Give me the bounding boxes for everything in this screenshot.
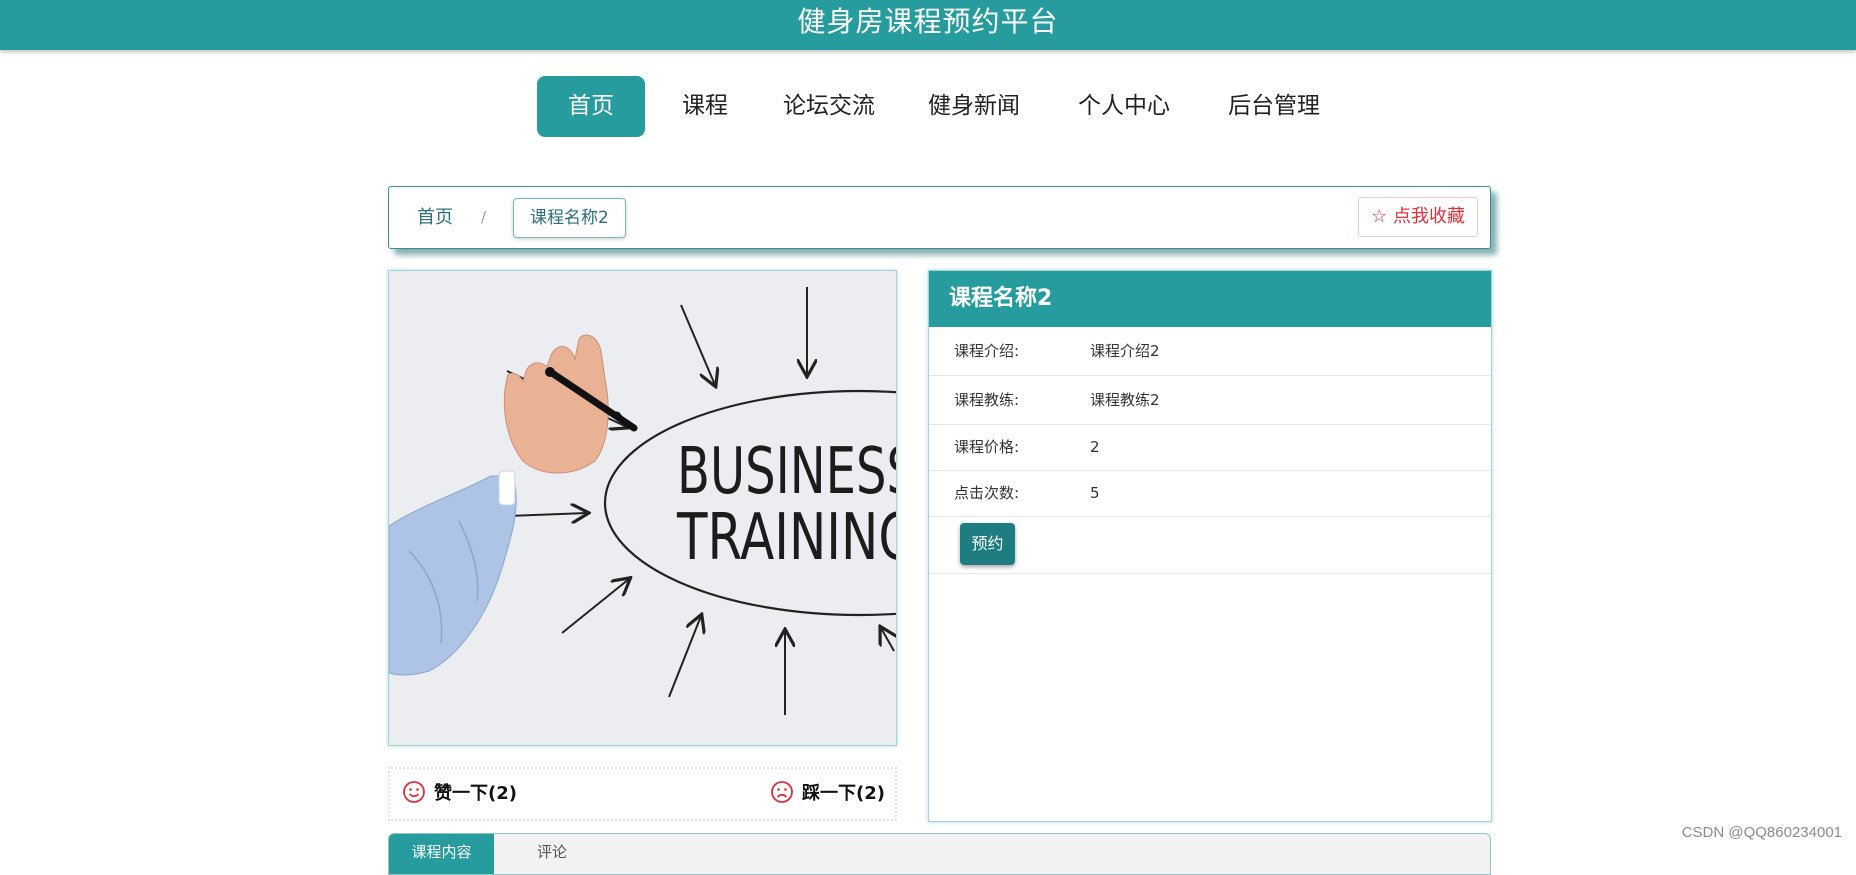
- info-label: 课程介绍:: [954, 342, 1020, 360]
- breadcrumb-current: 课程名称2: [513, 198, 626, 238]
- info-label: 课程价格:: [954, 438, 1020, 456]
- breadcrumb-separator: /: [481, 208, 487, 226]
- nav-item-admin[interactable]: 后台管理: [1218, 76, 1330, 137]
- csdn-watermark: CSDN @QQ860234001: [1681, 824, 1842, 841]
- info-row-price: 课程价格: 2: [929, 425, 1491, 471]
- like-button[interactable]: 赞一下(2): [402, 769, 517, 819]
- nav-item-home[interactable]: 首页: [537, 76, 645, 137]
- tab-comments[interactable]: 评论: [537, 834, 567, 874]
- business-training-illustration: BUSINESS TRAINING: [389, 271, 896, 745]
- info-value: 课程介绍2: [1090, 342, 1160, 360]
- favorite-button[interactable]: ☆ 点我收藏: [1358, 197, 1478, 237]
- breadcrumb: 首页 / 课程名称2 ☆ 点我收藏: [388, 186, 1491, 249]
- course-image: BUSINESS TRAINING: [388, 270, 897, 746]
- info-label: 点击次数:: [954, 484, 1020, 502]
- info-value: 2: [1090, 438, 1100, 456]
- course-info-panel: 课程名称2 课程介绍: 课程介绍2 课程教练: 课程教练2 课程价格: 2 点击…: [928, 270, 1492, 822]
- info-label: 课程教练:: [954, 391, 1020, 409]
- site-title: 健身房课程预约平台: [797, 5, 1059, 38]
- content-tabs: 课程内容 评论: [388, 833, 1491, 875]
- like-label: 赞一下(2): [434, 783, 517, 804]
- booking-row: 预约: [929, 517, 1491, 574]
- star-icon: ☆: [1371, 206, 1388, 227]
- info-row-clicks: 点击次数: 5: [929, 471, 1491, 517]
- info-value: 5: [1090, 484, 1100, 502]
- breadcrumb-home-link[interactable]: 首页: [417, 187, 453, 248]
- nav-item-forum[interactable]: 论坛交流: [773, 76, 885, 137]
- info-row-intro: 课程介绍: 课程介绍2: [929, 327, 1491, 376]
- book-button[interactable]: 预约: [960, 523, 1015, 565]
- smile-icon: [403, 781, 425, 803]
- course-name-heading: 课程名称2: [929, 271, 1491, 327]
- nav-item-courses[interactable]: 课程: [670, 76, 740, 137]
- info-value: 课程教练2: [1090, 391, 1160, 409]
- vote-bar: 赞一下(2) 踩一下(2): [388, 767, 897, 821]
- dislike-label: 踩一下(2): [802, 783, 885, 804]
- dislike-button[interactable]: 踩一下(2): [770, 769, 885, 819]
- favorite-label: 点我收藏: [1393, 206, 1465, 227]
- frown-icon: [771, 781, 793, 803]
- nav-item-news[interactable]: 健身新闻: [918, 76, 1030, 137]
- image-text-line2: TRAINING: [676, 501, 896, 575]
- top-header: 健身房课程预约平台: [0, 0, 1856, 50]
- tab-course-content[interactable]: 课程内容: [389, 834, 494, 874]
- image-text-line1: BUSINESS: [677, 435, 896, 509]
- main-nav: 首页 课程 论坛交流 健身新闻 个人中心 后台管理: [0, 76, 1856, 137]
- nav-item-profile[interactable]: 个人中心: [1068, 76, 1180, 137]
- info-row-coach: 课程教练: 课程教练2: [929, 376, 1491, 425]
